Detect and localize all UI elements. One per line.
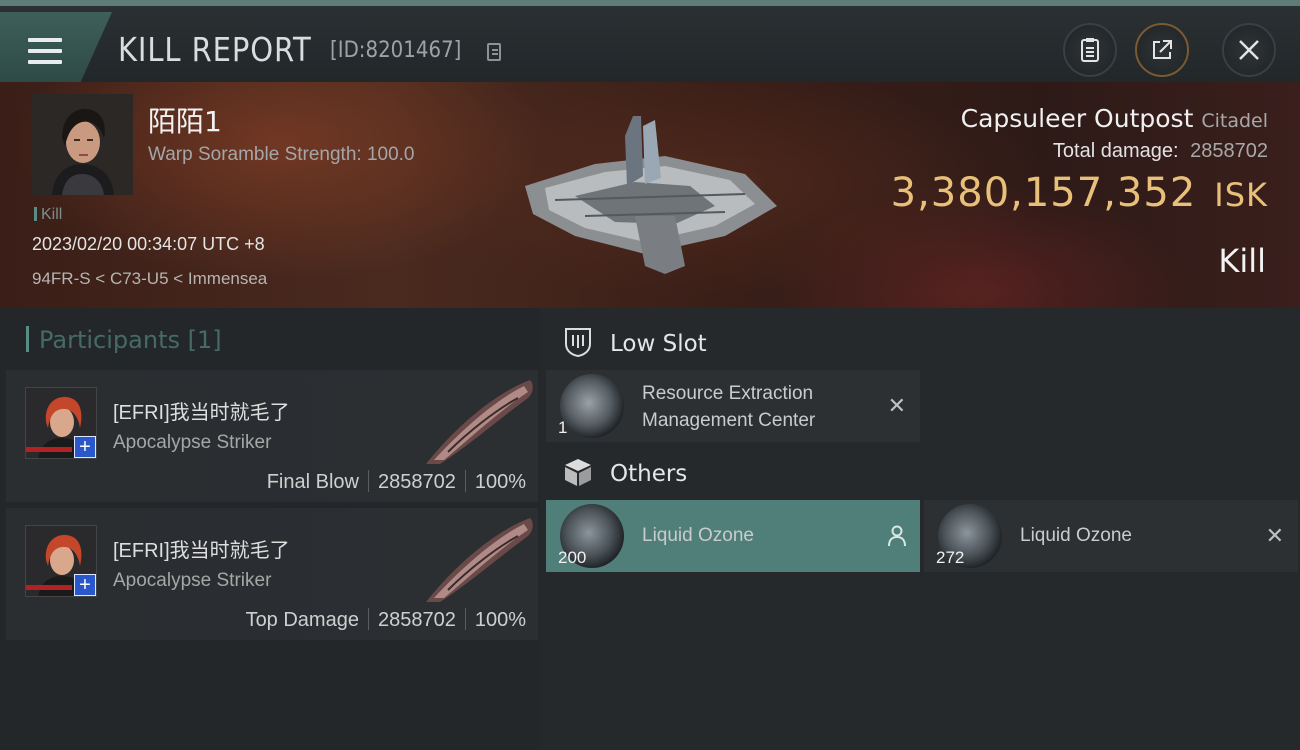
- standing-bar: [26, 447, 72, 452]
- participant-row[interactable]: + [EFRI]我当时就毛了 Apocalypse Striker Top Da…: [6, 508, 538, 640]
- cargo-item-selected[interactable]: 200 Liquid Ozone: [546, 500, 920, 572]
- ship-image[interactable]: [418, 376, 538, 466]
- isk-unit: ISK: [1214, 176, 1268, 214]
- hamburger-icon[interactable]: [28, 38, 62, 64]
- share-icon: [1153, 40, 1172, 59]
- kill-result: Kill: [1218, 242, 1266, 280]
- participant-percent: 100%: [474, 609, 526, 631]
- victim-ship-type: Citadel: [1201, 110, 1268, 132]
- item-name: Liquid Ozone: [642, 525, 754, 546]
- module-name: Resource Extraction Management Center: [642, 383, 816, 431]
- person-icon[interactable]: [888, 525, 906, 547]
- participant-name[interactable]: [EFRI]我当时就毛了: [113, 534, 290, 563]
- menu-button[interactable]: [0, 12, 112, 82]
- title-bar: KILL REPORT [ID:8201467]: [0, 0, 1300, 82]
- page-title: KILL REPORT: [118, 30, 312, 69]
- participant-damage: 2858702: [377, 609, 456, 631]
- isk-value: 3,380,157,352 ISK: [891, 170, 1268, 216]
- others-section-header: Others: [562, 456, 687, 488]
- x-icon[interactable]: ✕: [888, 393, 906, 419]
- participant-stats: Final Blow 2858702 100%: [267, 470, 526, 494]
- victim-pilot-name[interactable]: 陌陌1: [148, 100, 222, 140]
- participant-damage: 2858702: [377, 471, 456, 493]
- structure-image: [525, 116, 777, 274]
- item-qty: 200: [558, 548, 587, 567]
- add-contact-icon[interactable]: +: [74, 436, 96, 458]
- module-qty: 1: [558, 418, 568, 437]
- item-name: Liquid Ozone: [1020, 525, 1132, 546]
- report-id: [ID:8201467]: [330, 38, 462, 63]
- total-damage: Total damage: 2858702: [1053, 140, 1268, 163]
- victim-ship-name: Capsuleer Outpost: [960, 104, 1194, 133]
- close-button[interactable]: [1222, 23, 1276, 77]
- ship-image[interactable]: [418, 514, 538, 604]
- isk-amount: 3,380,157,352: [890, 170, 1197, 216]
- clipboard-button[interactable]: [1063, 23, 1117, 77]
- participants-panel: Participants [1] + [EFRI]我当时就毛了 Apocalyp…: [0, 308, 540, 750]
- victim-summary: 陌陌1 Warp Soramble Strength: 100.0 Kill 2…: [0, 82, 1300, 308]
- clipboard-icon: [1081, 38, 1099, 62]
- x-icon[interactable]: ✕: [1266, 523, 1284, 549]
- module-item[interactable]: 1 Resource Extraction Management Center …: [546, 370, 920, 442]
- total-damage-value: 2858702: [1190, 140, 1268, 162]
- low-slot-section-header: Low Slot: [562, 326, 707, 358]
- close-icon: [1239, 40, 1259, 60]
- item-qty: 272: [936, 548, 965, 567]
- cube-icon: [565, 459, 591, 486]
- participants-header: Participants [1]: [26, 326, 222, 354]
- others-label: Others: [610, 461, 688, 487]
- total-damage-label: Total damage:: [1052, 140, 1179, 162]
- low-slot-label: Low Slot: [610, 331, 707, 357]
- kill-location[interactable]: 94FR-S < C73-U5 < Immensea: [32, 269, 267, 289]
- warp-scramble-strength: Warp Soramble Strength: 100.0: [148, 144, 415, 165]
- module-thumbnail: [560, 374, 624, 438]
- kill-tag: Kill: [34, 206, 62, 224]
- participant-role: Final Blow: [266, 471, 359, 493]
- standing-bar: [26, 585, 72, 590]
- participant-percent: 100%: [474, 471, 526, 493]
- victim-ship[interactable]: Capsuleer Outpost Citadel: [961, 104, 1268, 133]
- add-contact-icon[interactable]: +: [74, 574, 96, 596]
- victim-portrait[interactable]: [32, 94, 133, 195]
- cargo-item[interactable]: 272 Liquid Ozone ✕: [924, 500, 1298, 572]
- fittings-panel: Low Slot 1 Resource Extraction Managemen…: [540, 308, 1300, 750]
- low-slot-icon: [565, 328, 591, 358]
- participant-name[interactable]: [EFRI]我当时就毛了: [113, 396, 290, 425]
- participant-role: Top Damage: [245, 609, 359, 631]
- kill-timestamp: 2023/02/20 00:34:07 UTC +8: [32, 234, 265, 254]
- participant-ship: Apocalypse Striker: [113, 570, 272, 591]
- participant-stats: Top Damage 2858702 100%: [246, 608, 526, 632]
- participant-ship: Apocalypse Striker: [113, 432, 272, 453]
- share-button[interactable]: [1135, 23, 1189, 77]
- participant-row[interactable]: + [EFRI]我当时就毛了 Apocalypse Striker Final …: [6, 370, 538, 502]
- copy-icon[interactable]: [487, 43, 501, 61]
